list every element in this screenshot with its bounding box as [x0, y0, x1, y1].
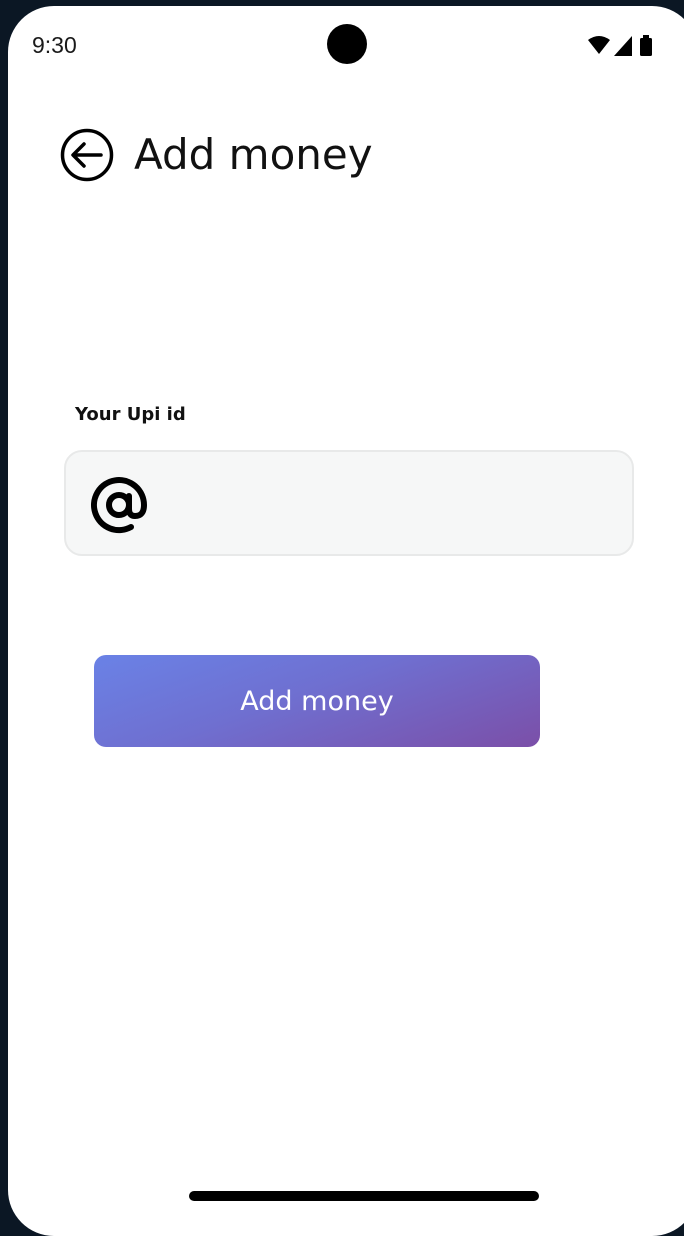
- phone-screen: 9:30 Add money Your Upi id Add money: [8, 6, 684, 1236]
- status-icons: [588, 35, 652, 56]
- battery-icon: [640, 38, 652, 56]
- arrow-left-circle-icon: [60, 128, 114, 182]
- status-time: 9:30: [32, 32, 77, 58]
- front-camera: [327, 24, 367, 64]
- upi-field[interactable]: [64, 450, 634, 556]
- page-title: Add money: [134, 130, 373, 179]
- back-button[interactable]: [60, 128, 114, 182]
- home-indicator[interactable]: [189, 1191, 539, 1201]
- upi-label: Your Upi id: [75, 404, 186, 425]
- wifi-icon: [588, 36, 610, 54]
- signal-icon: [614, 36, 632, 56]
- at-sign-icon: [91, 477, 148, 534]
- upi-input[interactable]: [166, 452, 620, 556]
- add-money-button[interactable]: Add money: [94, 655, 540, 747]
